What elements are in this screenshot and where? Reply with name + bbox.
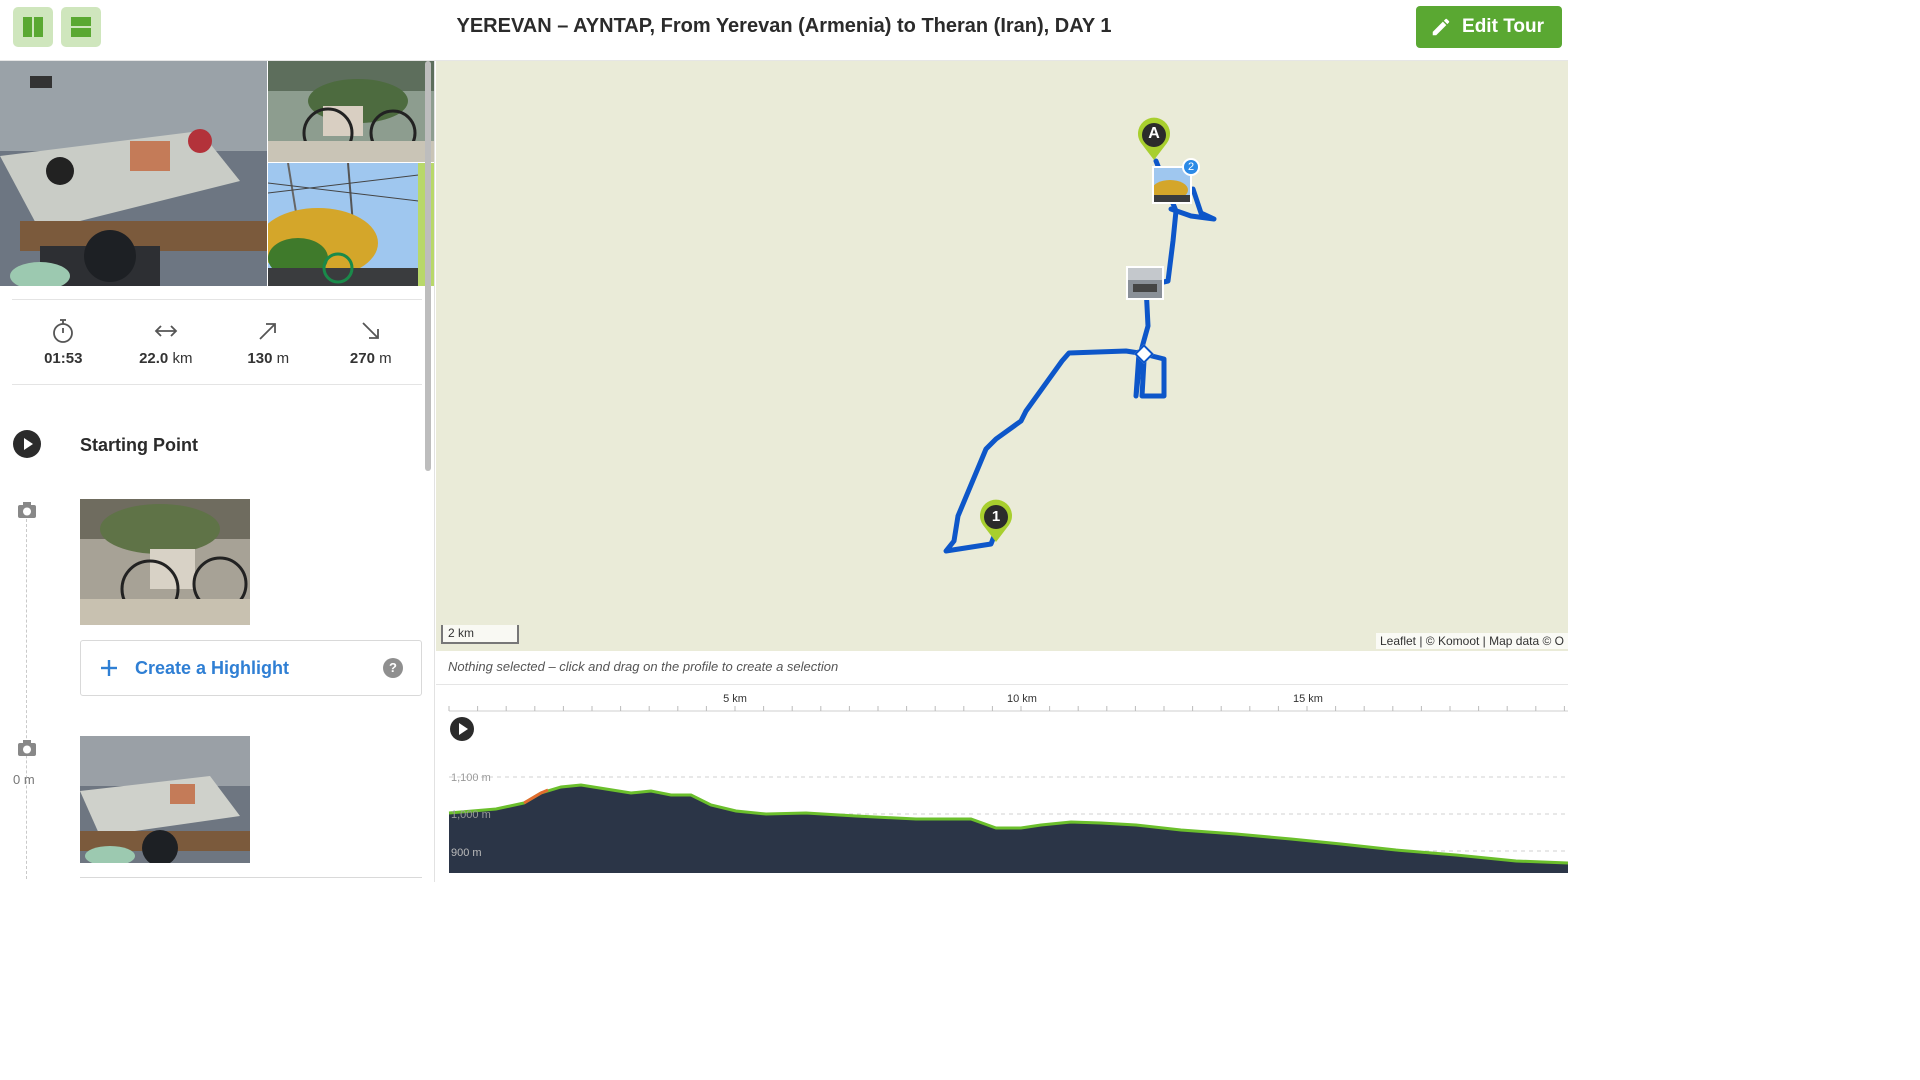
start-marker[interactable]: A	[1136, 117, 1172, 161]
downhill-arrow-icon	[362, 321, 379, 339]
stat-uphill-value: 130	[247, 349, 273, 367]
timeline-line	[26, 519, 27, 879]
stat-downhill-unit: m	[379, 349, 392, 367]
create-highlight-label: Create a Highlight	[135, 657, 290, 678]
help-icon[interactable]: ?	[383, 658, 403, 678]
km-label: 15 km	[1293, 693, 1323, 705]
stat-distance-unit: km	[172, 349, 193, 367]
play-icon	[450, 717, 474, 741]
start-marker-label: A	[1148, 125, 1160, 142]
plus-icon	[101, 660, 117, 676]
pencil-icon	[1432, 18, 1450, 36]
map-photo-thumbnail[interactable]	[1126, 266, 1164, 300]
stat-duration-value: 01:53	[44, 349, 83, 367]
map-attribution[interactable]: Leaflet | © Komoot | Map data © O	[1375, 633, 1568, 649]
stat-distance: 22.0 km	[115, 300, 218, 384]
uphill-arrow-icon	[259, 322, 277, 340]
route-layer	[943, 158, 1217, 554]
profile-play-button[interactable]	[450, 717, 474, 746]
camera-icon	[13, 501, 41, 526]
elevation-label: 900 m	[451, 847, 482, 859]
distance-ticks	[448, 706, 1565, 711]
stat-downhill-value: 270	[349, 349, 375, 367]
gallery-photo-street[interactable]	[268, 163, 434, 286]
gallery-photo-room[interactable]	[0, 61, 267, 286]
stopwatch-icon	[53, 318, 74, 343]
split-view-button[interactable]	[13, 7, 53, 47]
elevation-label: 1,000 m	[451, 809, 491, 821]
page-title: YEREVAN – AYNTAP, From Yerevan (Armenia)…	[456, 15, 1112, 37]
map-scale: 2 km	[441, 625, 519, 644]
stat-duration: 01:53	[12, 300, 115, 384]
stat-distance-value: 22.0	[139, 349, 169, 367]
stacked-view-button[interactable]	[61, 7, 101, 47]
rows-layout-icon	[71, 17, 91, 37]
km-label: 10 km	[1007, 693, 1037, 705]
distance-arrows-icon	[154, 324, 178, 337]
camera-icon	[13, 739, 41, 764]
create-highlight-button[interactable]: Create a Highlight ?	[80, 640, 422, 696]
edit-tour-button[interactable]: Edit Tour	[1416, 6, 1562, 48]
elevation-label: 1,100 m	[451, 772, 491, 784]
top-bar: YEREVAN – AYNTAP, From Yerevan (Armenia)…	[0, 0, 1568, 61]
photo-count-badge: 2	[1182, 158, 1200, 176]
edit-tour-label: Edit Tour	[1462, 16, 1544, 37]
profile-chart: 5 km 10 km 15 km 1,100 m 1,000 m 900 m	[448, 693, 1568, 873]
elevation-profile[interactable]: Nothing selected – click and drag on the…	[436, 651, 1568, 882]
map-view[interactable]: 2 A 1 2 km Leaflet | © Komoot | Map data…	[436, 61, 1568, 651]
stat-uphill: 130 m	[217, 300, 320, 384]
tour-sidebar: 01:53 22.0 km 130 m 270 m Starting Point…	[0, 61, 435, 882]
next-highlight-card[interactable]	[80, 877, 422, 882]
sidebar-scrollbar[interactable]	[425, 61, 431, 471]
gallery-photo-bike[interactable]	[268, 61, 434, 162]
columns-layout-icon	[23, 17, 43, 37]
waypoint-marker-label: 1	[991, 508, 1001, 525]
start-play-icon[interactable]	[13, 430, 41, 463]
photo-gallery	[0, 61, 434, 286]
timeline-photo-bike[interactable]	[80, 499, 250, 625]
km-label: 5 km	[723, 693, 747, 705]
stat-downhill: 270 m	[320, 300, 423, 384]
tour-stats: 01:53 22.0 km 130 m 270 m	[12, 299, 422, 385]
stat-uphill-unit: m	[276, 349, 290, 367]
starting-point-label[interactable]: Starting Point	[80, 435, 198, 456]
timeline-distance-label: 0 m	[13, 772, 35, 787]
timeline-photo-room[interactable]	[80, 736, 250, 863]
waypoint-marker[interactable]: 1	[978, 499, 1014, 543]
